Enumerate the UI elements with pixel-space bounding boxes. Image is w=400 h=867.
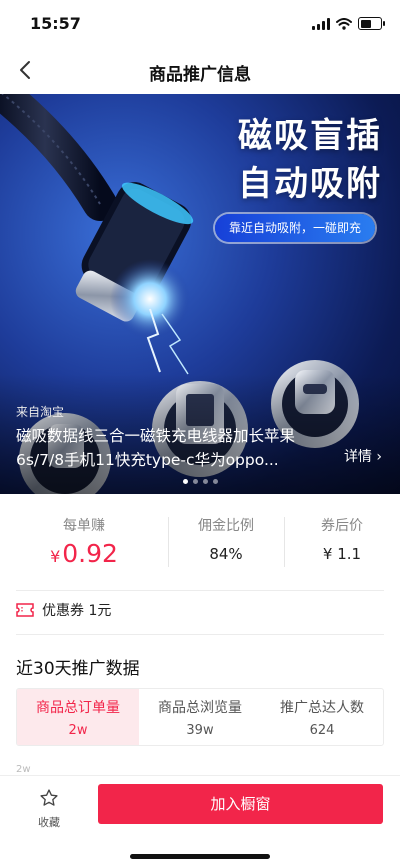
stat-after-value: ¥ 1.1: [322, 545, 362, 563]
currency-symbol: ¥: [50, 547, 61, 566]
hero-pill-badge: 靠近自动吸附，一碰即充: [215, 214, 375, 242]
tab-label: 商品总订单量: [36, 700, 120, 716]
stat-after-label: 券后价: [321, 518, 363, 534]
tab-2[interactable]: 推广总达人数 624: [261, 689, 383, 745]
status-time: 15:57: [30, 14, 81, 33]
star-icon: [40, 789, 58, 806]
section-title: 近30天推广数据: [16, 659, 140, 679]
stat-earn-value: ¥0.92: [0, 539, 168, 568]
carousel-dot[interactable]: [212, 479, 218, 484]
status-bar: 15:57: [0, 0, 400, 48]
earn-amount: 0.92: [62, 539, 118, 568]
carousel-dot[interactable]: [192, 479, 198, 484]
wifi-icon: [336, 17, 352, 30]
favorite-button[interactable]: 收藏: [34, 788, 64, 830]
product-image-carousel[interactable]: 磁吸盲插 自动吸附 靠近自动吸附，一碰即充 来自淘宝 磁吸数据线三合一磁铁充电线…: [0, 94, 400, 494]
tab-label: 商品总浏览量: [158, 700, 242, 716]
coupon-text: 优惠券 1元: [42, 603, 112, 619]
stat-commission-rate: 佣金比例 84%: [168, 507, 284, 577]
divider: [16, 590, 384, 591]
battery-icon: [358, 17, 385, 30]
carousel-dot[interactable]: [202, 479, 208, 484]
hero-headline: 磁吸盲插 自动吸附: [238, 112, 382, 208]
favorite-label: 收藏: [38, 816, 60, 829]
divider: [284, 517, 285, 567]
carousel-dot[interactable]: [182, 479, 188, 484]
detail-link[interactable]: 详情 ›: [344, 446, 382, 466]
product-title: 磁吸数据线三合一磁铁充电线器加长苹果6s/7/8手机11快充type-c华为op…: [16, 427, 296, 469]
add-to-showcase-button[interactable]: 加入橱窗: [98, 784, 383, 824]
status-icons: [312, 17, 385, 30]
commission-stats: 每单赚 ¥0.92 佣金比例 84% 券后价 ¥ 1.1: [0, 507, 400, 577]
coupon-row: 优惠券 1元: [16, 600, 111, 620]
stat-after-coupon-price: 券后价 ¥ 1.1: [284, 507, 400, 577]
signal-icon: [312, 17, 330, 30]
stat-earn-per-order: 每单赚 ¥0.92: [0, 507, 168, 577]
promotion-data-tabs: 商品总订单量 2w 商品总浏览量 39w 推广总达人数 624: [16, 688, 384, 746]
tab-value: 39w: [186, 723, 214, 738]
hero-headline-line2: 自动吸附: [238, 164, 382, 204]
tab-value: 2w: [68, 723, 88, 738]
tab-1[interactable]: 商品总浏览量 39w: [139, 689, 261, 745]
tab-0[interactable]: 商品总订单量 2w: [17, 689, 139, 745]
tab-label: 推广总达人数: [280, 700, 364, 716]
home-indicator: [130, 854, 270, 859]
tab-value: 624: [309, 723, 335, 738]
bottom-action-bar: 收藏 加入橱窗: [0, 775, 400, 867]
divider: [16, 634, 384, 635]
stat-rate-label: 佣金比例: [198, 518, 254, 534]
nav-bar: 商品推广信息: [0, 48, 400, 94]
source-label: 来自淘宝: [16, 405, 65, 419]
stat-rate-value: 84%: [209, 545, 243, 563]
carousel-indicator: [0, 479, 400, 484]
coupon-ticket-icon: [16, 603, 34, 617]
divider: [168, 517, 169, 567]
chart-axis-label: 2w: [16, 764, 31, 775]
hero-headline-line1: 磁吸盲插: [238, 116, 382, 156]
page-title: 商品推广信息: [149, 65, 251, 85]
stat-earn-label: 每单赚: [63, 518, 105, 534]
